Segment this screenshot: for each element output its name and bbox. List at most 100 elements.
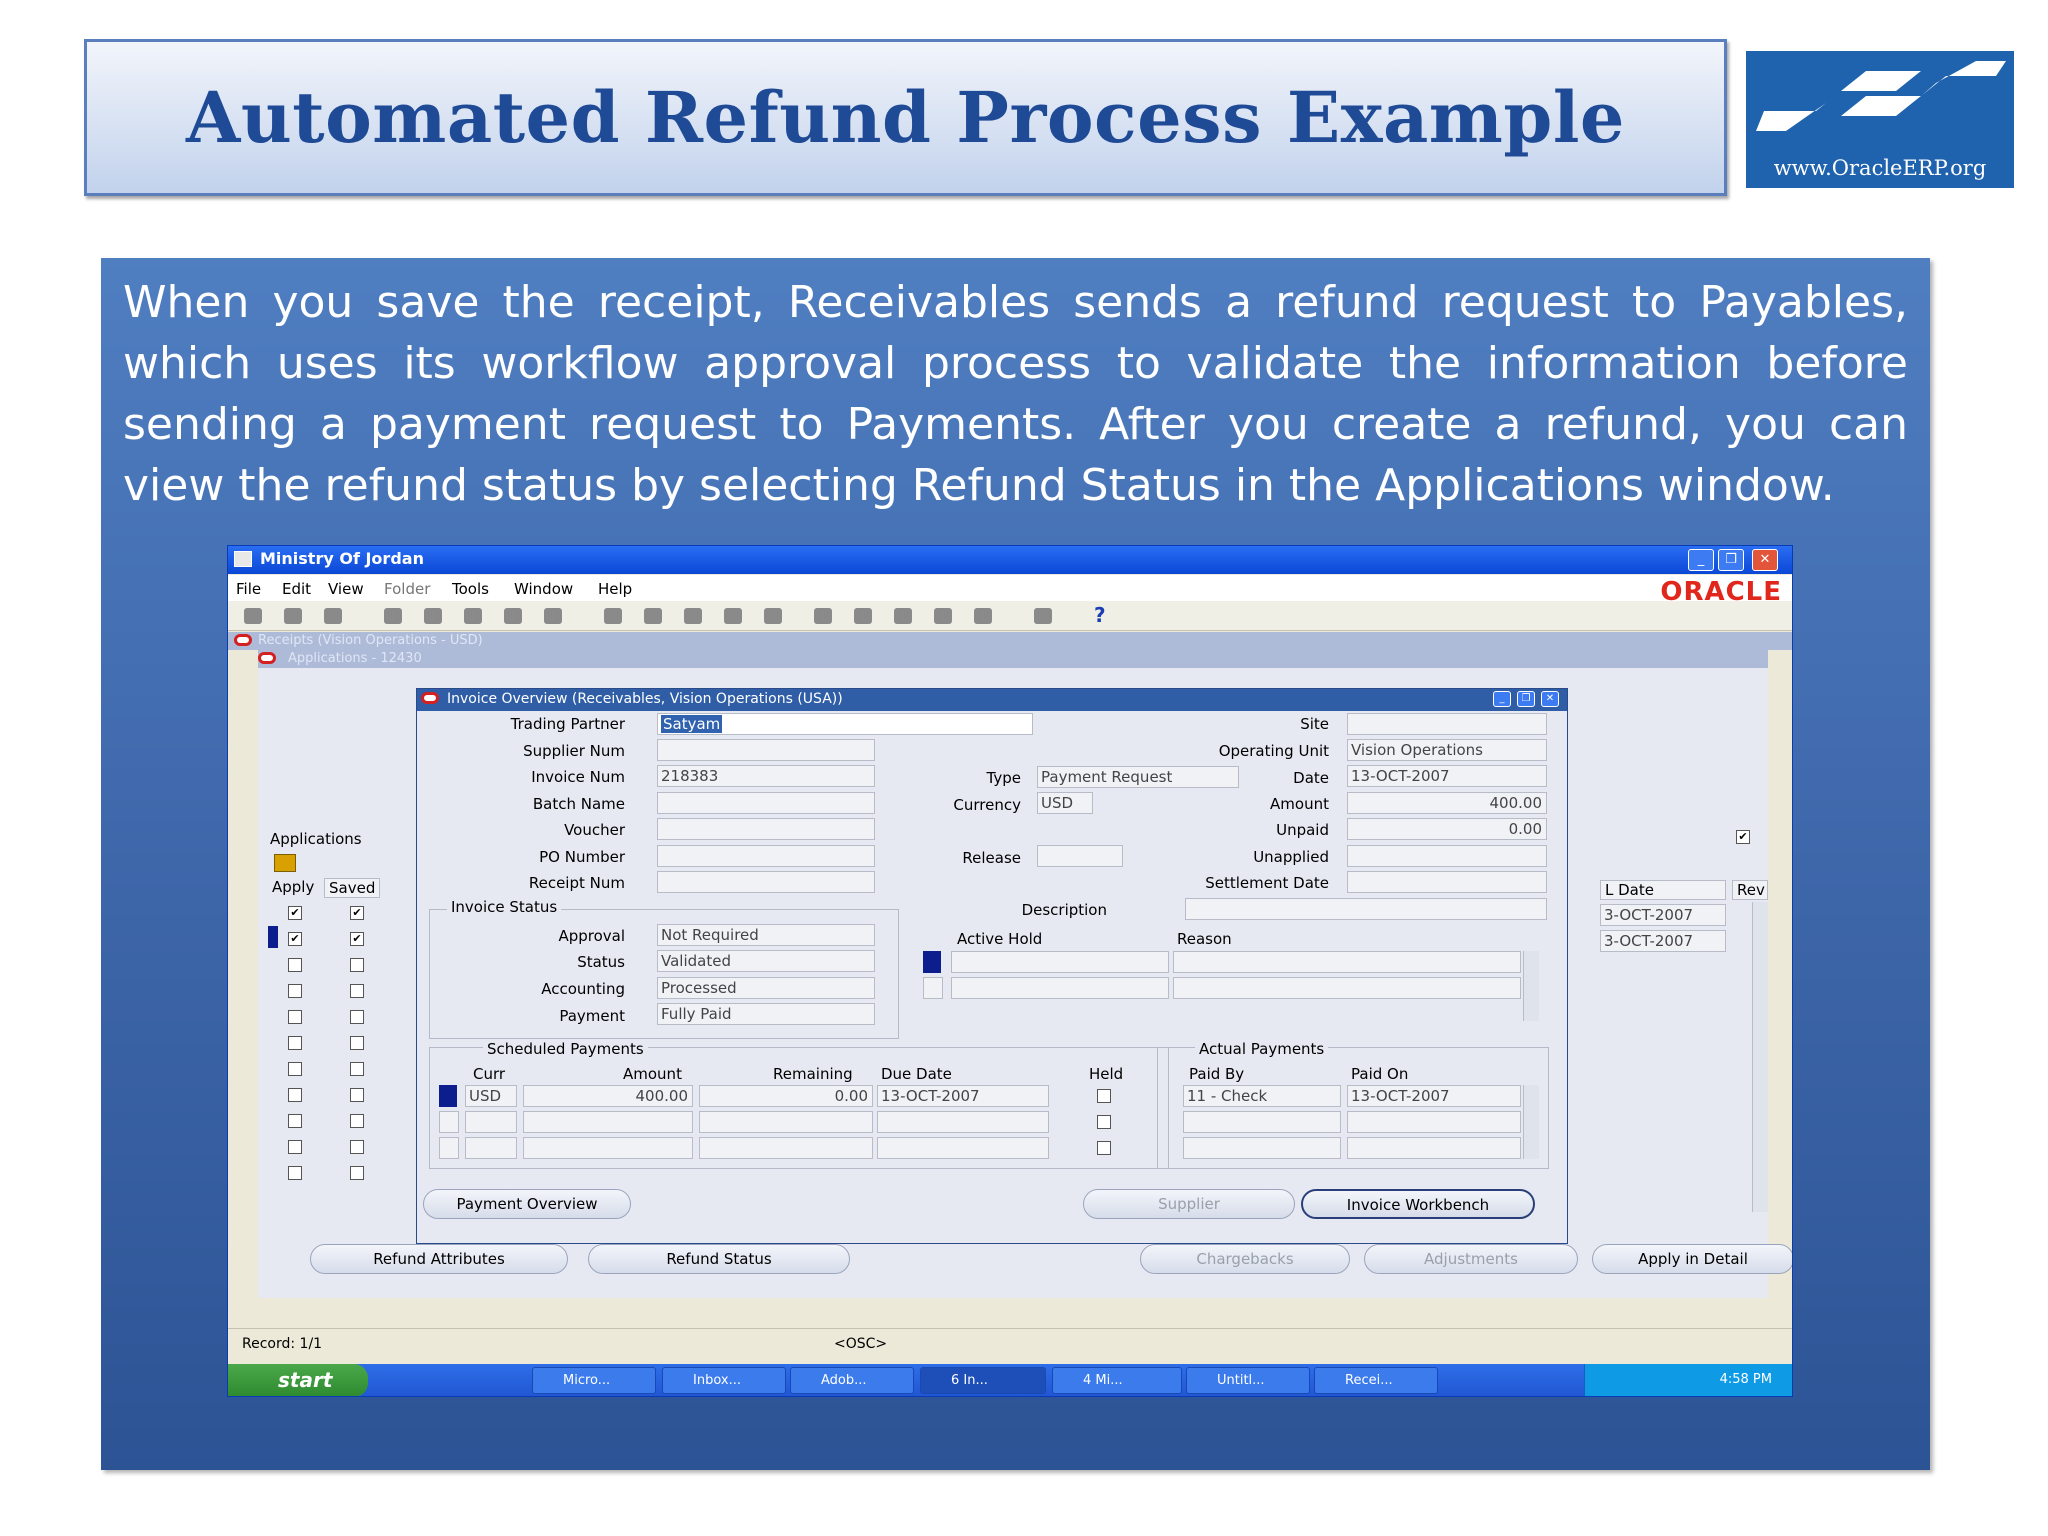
apply-checkbox[interactable] [288,1036,302,1050]
apply-checkbox[interactable] [288,984,302,998]
gl-date-cell[interactable]: 3-OCT-2007 [1600,930,1726,952]
print-icon[interactable] [504,608,522,624]
saved-checkbox[interactable] [350,1166,364,1180]
taskbar-item-mail[interactable]: 4 Mi... [1052,1367,1182,1394]
saved-checkbox[interactable] [350,1062,364,1076]
voucher-field[interactable] [657,818,875,840]
restore-button[interactable]: ❐ [1517,691,1535,707]
delete-record-icon[interactable] [764,608,782,624]
scheduled-amount-cell[interactable] [523,1137,693,1159]
clear-record-icon[interactable] [724,608,742,624]
paid-on-cell[interactable]: 13-OCT-2007 [1347,1085,1521,1107]
unapplied-field[interactable] [1347,845,1547,867]
taskbar-item-untitled[interactable]: Untitl... [1186,1367,1310,1394]
saved-checkbox[interactable] [350,984,364,998]
apply-checkbox[interactable] [288,1088,302,1102]
curr-cell[interactable]: USD [465,1085,517,1107]
close-form-icon[interactable] [544,608,562,624]
apply-checkbox[interactable]: ✔ [288,906,302,920]
remaining-cell[interactable] [699,1111,873,1133]
apply-checkbox[interactable] [288,1114,302,1128]
cut-icon[interactable] [604,608,622,624]
refund-status-button[interactable]: Refund Status [588,1244,850,1274]
actual-payments-scrollbar[interactable] [1523,1085,1539,1159]
next-step-icon[interactable] [424,608,442,624]
translations-icon[interactable] [894,608,912,624]
start-button[interactable]: start [228,1364,368,1396]
apply-checkbox[interactable]: ✔ [288,932,302,946]
remaining-cell[interactable] [699,1137,873,1159]
zoom-icon[interactable] [854,608,872,624]
minimize-button[interactable]: _ [1493,691,1511,707]
invoice-workbench-button[interactable]: Invoice Workbench [1301,1189,1535,1219]
taskbar-item-ie[interactable]: 6 In... [920,1367,1046,1394]
menu-file[interactable]: File [236,580,261,598]
help-icon[interactable]: ? [1094,603,1106,627]
menu-folder[interactable]: Folder [384,580,430,598]
apply-in-detail-button[interactable]: Apply in Detail [1592,1244,1792,1274]
find-icon[interactable] [284,608,302,624]
saved-checkbox[interactable]: ✔ [350,932,364,946]
held-checkbox[interactable] [1097,1115,1111,1129]
new-icon[interactable] [244,608,262,624]
close-button[interactable]: ✕ [1752,549,1778,571]
settlement-date-field[interactable] [1347,871,1547,893]
saved-checkbox[interactable] [350,1036,364,1050]
active-hold-field[interactable] [951,951,1169,973]
switch-responsibility-icon[interactable] [464,608,482,624]
saved-checkbox[interactable] [350,1140,364,1154]
paid-by-cell[interactable]: 11 - Check [1183,1085,1341,1107]
navigator-icon[interactable] [324,608,342,624]
supplier-button[interactable]: Supplier [1083,1189,1295,1219]
payment-row-selector[interactable] [439,1111,459,1133]
po-number-field[interactable] [657,845,875,867]
approval-field[interactable]: Not Required [657,924,875,946]
held-checkbox[interactable] [1097,1089,1111,1103]
trading-partner-field[interactable]: Satyam [657,713,1033,735]
refund-attributes-button[interactable]: Refund Attributes [310,1244,568,1274]
release-field[interactable] [1037,845,1123,867]
taskbar-item-receipts[interactable]: Recei... [1314,1367,1438,1394]
status-field[interactable]: Validated [657,950,875,972]
saved-checkbox[interactable] [350,1088,364,1102]
gl-date-cell[interactable]: 3-OCT-2007 [1600,904,1726,926]
due-date-cell[interactable]: 13-OCT-2007 [877,1085,1049,1107]
paste-icon[interactable] [684,608,702,624]
hold-reason-field[interactable] [1173,977,1521,999]
due-date-cell[interactable] [877,1137,1049,1159]
menu-edit[interactable]: Edit [282,580,311,598]
curr-cell[interactable] [465,1137,517,1159]
batch-name-field[interactable] [657,792,875,814]
taskbar-item-adobe[interactable]: Adob... [790,1367,914,1394]
supplier-num-field[interactable] [657,739,875,761]
held-checkbox[interactable] [1097,1141,1111,1155]
payment-row-selector[interactable] [439,1137,459,1159]
copy-icon[interactable] [644,608,662,624]
site-field[interactable] [1347,713,1547,735]
window-help-icon[interactable] [1034,608,1052,624]
unpaid-field[interactable]: 0.00 [1347,818,1547,840]
paid-on-cell[interactable] [1347,1111,1521,1133]
saved-checkbox[interactable] [350,1114,364,1128]
hold-reason-field[interactable] [1173,951,1521,973]
apply-checkbox[interactable] [288,1062,302,1076]
accounting-field[interactable]: Processed [657,977,875,999]
description-field[interactable] [1185,898,1547,920]
saved-checkbox[interactable] [350,958,364,972]
apply-checkbox[interactable] [288,1140,302,1154]
due-date-cell[interactable] [877,1111,1049,1133]
saved-checkbox[interactable] [350,1010,364,1024]
taskbar-item-microsoft[interactable]: Micro... [532,1367,656,1394]
confirmed-checkbox[interactable]: ✔ [1736,830,1750,844]
receipt-num-field[interactable] [657,871,875,893]
menu-window[interactable]: Window [514,580,573,598]
minimize-button[interactable]: _ [1688,549,1714,571]
paid-on-cell[interactable] [1347,1137,1521,1159]
restore-button[interactable]: ❐ [1718,549,1744,571]
menu-tools[interactable]: Tools [452,580,489,598]
remaining-cell[interactable]: 0.00 [699,1085,873,1107]
scheduled-amount-cell[interactable] [523,1111,693,1133]
curr-cell[interactable] [465,1111,517,1133]
operating-unit-field[interactable]: Vision Operations [1347,739,1547,761]
attachments-icon[interactable] [934,608,952,624]
